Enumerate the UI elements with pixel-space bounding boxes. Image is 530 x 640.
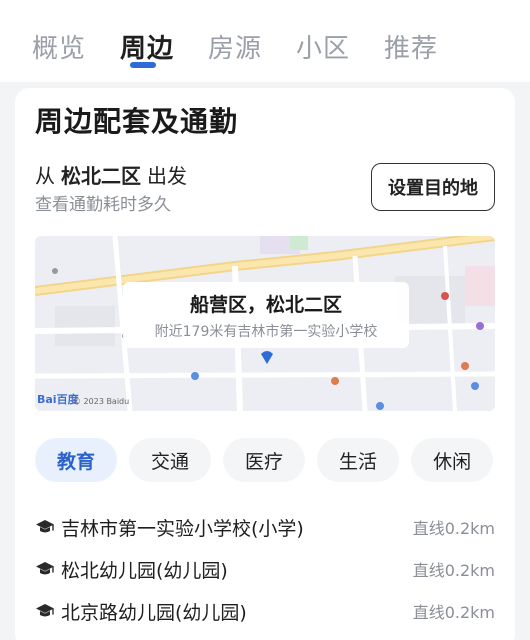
- tab-overview[interactable]: 概览: [32, 28, 120, 65]
- category-leisure[interactable]: 休闲: [411, 438, 494, 482]
- graduation-cap-icon: [35, 603, 61, 619]
- depart-suffix: 出发: [147, 164, 187, 188]
- depart-prefix: 从: [35, 164, 55, 188]
- section-tabs: 概览 周边 房源 小区 推荐: [32, 28, 472, 65]
- place-distance: 直线0.2km: [412, 561, 495, 580]
- map-view[interactable]: 船营区，松北二区 附近179米有吉林市第一实验小学校 Bai百度 © 2023 …: [35, 236, 495, 411]
- top-nav: 概览 周边 房源 小区 推荐: [0, 0, 530, 82]
- section-title: 周边配套及通勤: [35, 105, 239, 138]
- depart-place: 松北二区: [61, 164, 141, 188]
- departure-line: 从松北二区 出发: [35, 160, 187, 189]
- category-tabs: 教育 交通 医疗 生活 休闲: [35, 438, 494, 482]
- place-name: 吉林市第一实验小学校(小学): [61, 517, 304, 540]
- category-life[interactable]: 生活: [317, 438, 400, 482]
- set-destination-button[interactable]: 设置目的地: [371, 163, 495, 211]
- category-transport[interactable]: 交通: [129, 438, 212, 482]
- place-name: 北京路幼儿园(幼儿园): [61, 601, 247, 624]
- map-copyright: © 2023 Baidu: [73, 397, 130, 406]
- graduation-cap-icon: [35, 561, 61, 577]
- list-item[interactable]: 吉林市第一实验小学校(小学) 直线0.2km: [35, 506, 495, 548]
- map-popup-subtitle: 附近179米有吉林市第一实验小学校: [154, 324, 378, 340]
- nearby-card: 周边配套及通勤 从松北二区 出发 查看通勤耗时多久 设置目的地 船营区，松北二区…: [15, 88, 515, 640]
- map-location-popup[interactable]: 船营区，松北二区 附近179米有吉林市第一实验小学校: [123, 282, 409, 348]
- tab-recommend[interactable]: 推荐: [384, 28, 472, 65]
- tab-listings[interactable]: 房源: [208, 28, 296, 65]
- category-medical[interactable]: 医疗: [223, 438, 306, 482]
- place-name: 松北幼儿园(幼儿园): [61, 559, 228, 582]
- list-item[interactable]: 北京路幼儿园(幼儿园) 直线0.2km: [35, 590, 495, 632]
- tab-nearby[interactable]: 周边: [120, 28, 208, 65]
- list-item[interactable]: 松北幼儿园(幼儿园) 直线0.2km: [35, 548, 495, 590]
- places-list: 吉林市第一实验小学校(小学) 直线0.2km 松北幼儿园(幼儿园) 直线0.2k…: [35, 506, 495, 632]
- active-tab-indicator: [130, 62, 156, 68]
- place-distance: 直线0.2km: [412, 603, 495, 622]
- commute-hint: 查看通勤耗时多久: [35, 195, 171, 215]
- tab-community[interactable]: 小区: [296, 28, 384, 65]
- map-popup-title: 船营区，松北二区: [189, 294, 342, 316]
- category-education[interactable]: 教育: [35, 438, 118, 482]
- place-distance: 直线0.2km: [412, 519, 495, 538]
- graduation-cap-icon: [35, 519, 61, 535]
